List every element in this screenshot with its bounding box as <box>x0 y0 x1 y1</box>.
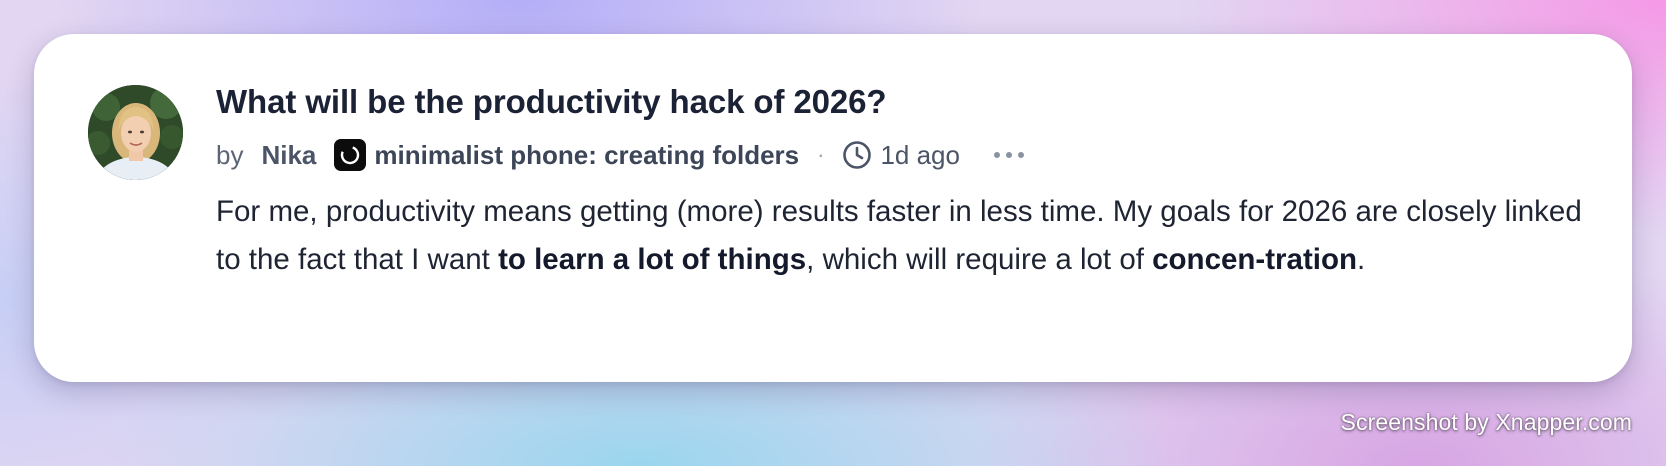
publication-name[interactable]: minimalist phone: creating folders <box>374 140 799 171</box>
publication-logo-icon[interactable] <box>334 139 367 171</box>
time-ago: 1d ago <box>880 139 960 170</box>
post-content: What will be the productivity hack of 20… <box>216 80 1592 284</box>
watermark: Screenshot by Xnapper.com <box>1340 409 1632 435</box>
avatar-image <box>88 85 183 180</box>
excerpt-text-3: . <box>1357 243 1366 276</box>
author-name[interactable]: Nika <box>261 140 316 171</box>
meta-separator: · <box>817 142 825 167</box>
clock-icon <box>842 140 872 170</box>
excerpt-bold-1: to learn a lot of things <box>498 243 807 276</box>
post-card: What will be the productivity hack of 20… <box>34 34 1632 382</box>
post-excerpt: For me, productivity means getting (more… <box>216 188 1592 284</box>
excerpt-bold-2: concen-tration <box>1152 243 1357 276</box>
avatar[interactable] <box>88 85 183 180</box>
post-title[interactable]: What will be the productivity hack of 20… <box>216 80 1592 124</box>
post-meta: by Nika minimalist phone: creating folde… <box>216 138 1592 172</box>
more-dots-icon[interactable] <box>992 150 1026 160</box>
by-label: by <box>216 139 244 170</box>
excerpt-text-2: , which will require a lot of <box>806 243 1153 276</box>
